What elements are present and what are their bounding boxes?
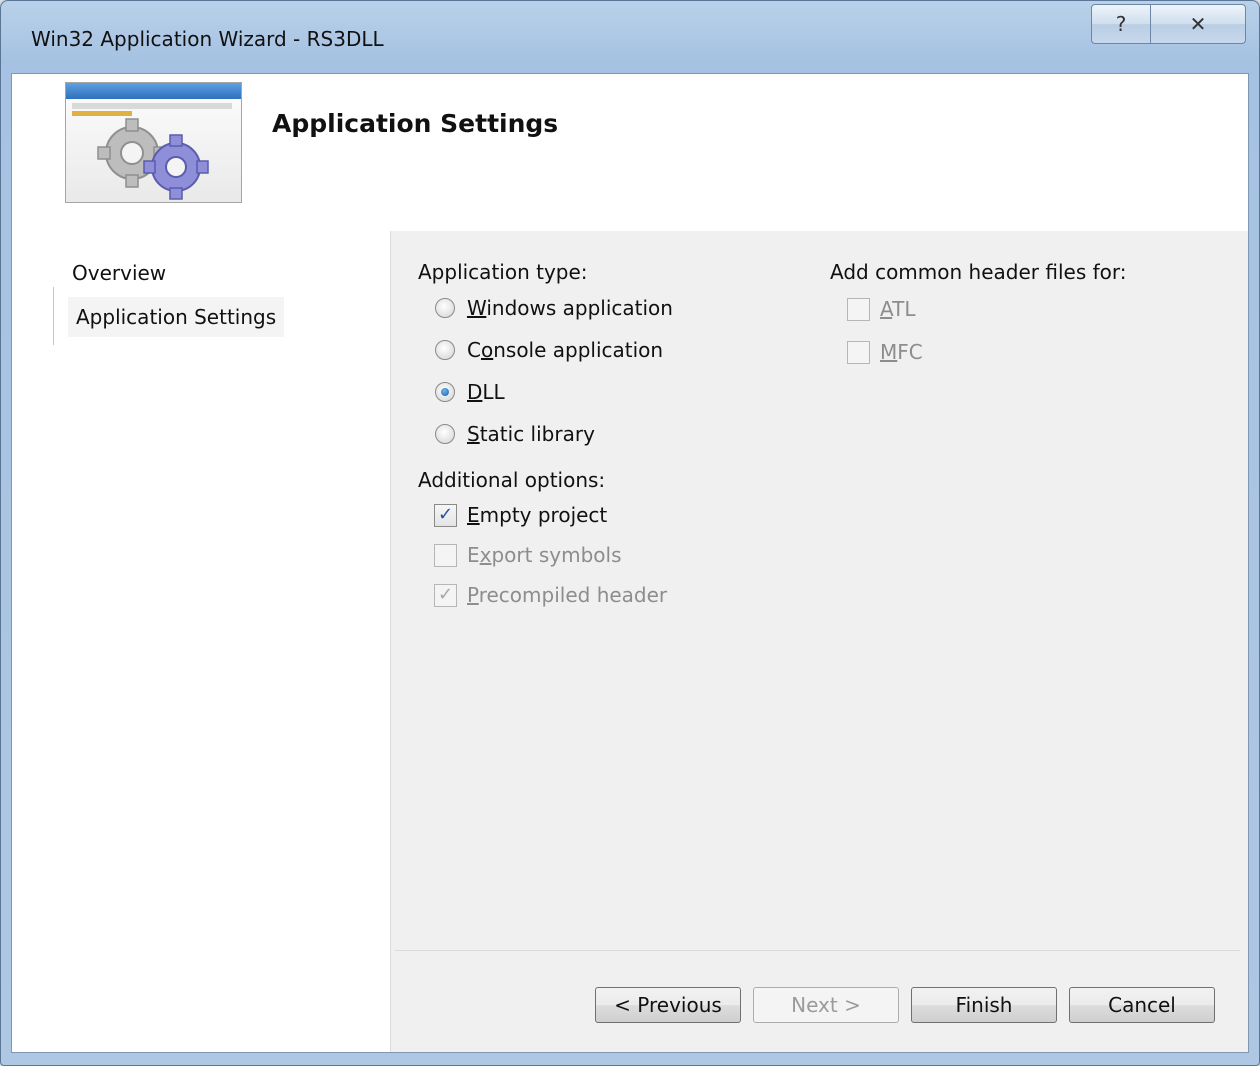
- checkbox-label: Export symbols: [467, 543, 622, 567]
- finish-button[interactable]: Finish: [911, 987, 1057, 1023]
- checkbox-empty-project[interactable]: ✓ Empty project: [434, 503, 607, 527]
- radio-label: Windows application: [467, 296, 673, 320]
- checkbox-export-symbols: Export symbols: [434, 543, 621, 567]
- checkbox: [847, 297, 870, 321]
- additional-options-label: Additional options:: [418, 468, 606, 492]
- close-button[interactable]: ✕: [1150, 4, 1246, 44]
- checkbox-label: Empty project: [467, 503, 608, 527]
- radio-label-rest: indows application: [486, 296, 673, 320]
- checkbox-label: Precompiled header: [467, 583, 668, 607]
- wizard-window: Win32 Application Wizard - RS3DLL ? ✕ Ap…: [0, 0, 1260, 1066]
- wizard-gears-image: [65, 82, 242, 203]
- radio-button[interactable]: [435, 382, 455, 402]
- check-mark-icon: ✓: [437, 504, 454, 525]
- checkbox-label: MFC: [880, 340, 923, 364]
- gears-icon: [72, 103, 232, 200]
- radio-static-library[interactable]: Static library: [435, 422, 595, 446]
- checkbox[interactable]: ✓: [434, 503, 457, 527]
- radio-button[interactable]: [435, 298, 455, 318]
- title-bar[interactable]: Win32 Application Wizard - RS3DLL ? ✕: [1, 1, 1259, 79]
- window-title: Win32 Application Wizard - RS3DLL: [31, 27, 384, 51]
- bottom-separator: [395, 950, 1240, 951]
- checkbox: [847, 340, 870, 364]
- help-button[interactable]: ?: [1091, 4, 1151, 44]
- radio-windows-application[interactable]: Windows application: [435, 296, 673, 320]
- radio-label: Static library: [467, 422, 595, 446]
- radio-button[interactable]: [435, 340, 455, 360]
- next-button[interactable]: Next >: [753, 987, 899, 1023]
- checkbox-atl: ATL: [847, 297, 916, 321]
- radio-console-application[interactable]: Console application: [435, 338, 663, 362]
- page-title: Application Settings: [272, 109, 559, 138]
- radio-label: Console application: [467, 338, 664, 362]
- sidebar-divider: [390, 231, 391, 1052]
- application-type-label: Application type:: [418, 260, 588, 284]
- checkbox-mfc: MFC: [847, 340, 923, 364]
- sidebar-item-application-settings[interactable]: Application Settings: [68, 297, 285, 337]
- wizard-header: Application Settings: [12, 74, 1248, 231]
- sidebar-selection-marker: [53, 287, 54, 345]
- checkbox: ✓: [434, 583, 457, 607]
- sidebar-item-overview[interactable]: Overview: [68, 255, 170, 291]
- common-headers-label: Add common header files for:: [830, 260, 1127, 284]
- radio-label: DLL: [467, 380, 505, 404]
- help-icon: ?: [1115, 12, 1127, 36]
- radio-button[interactable]: [435, 424, 455, 444]
- checkbox-label: ATL: [880, 297, 916, 321]
- wizard-sidebar: Overview Application Settings: [12, 231, 390, 1052]
- client-area: Application Settings Overview Applicatio…: [11, 73, 1249, 1053]
- checkbox: [434, 543, 457, 567]
- previous-button[interactable]: < Previous: [595, 987, 741, 1023]
- close-icon: ✕: [1189, 12, 1207, 36]
- cancel-button[interactable]: Cancel: [1069, 987, 1215, 1023]
- check-mark-icon: ✓: [437, 584, 454, 605]
- radio-dll[interactable]: DLL: [435, 380, 505, 404]
- checkbox-precompiled-header: ✓ Precompiled header: [434, 583, 667, 607]
